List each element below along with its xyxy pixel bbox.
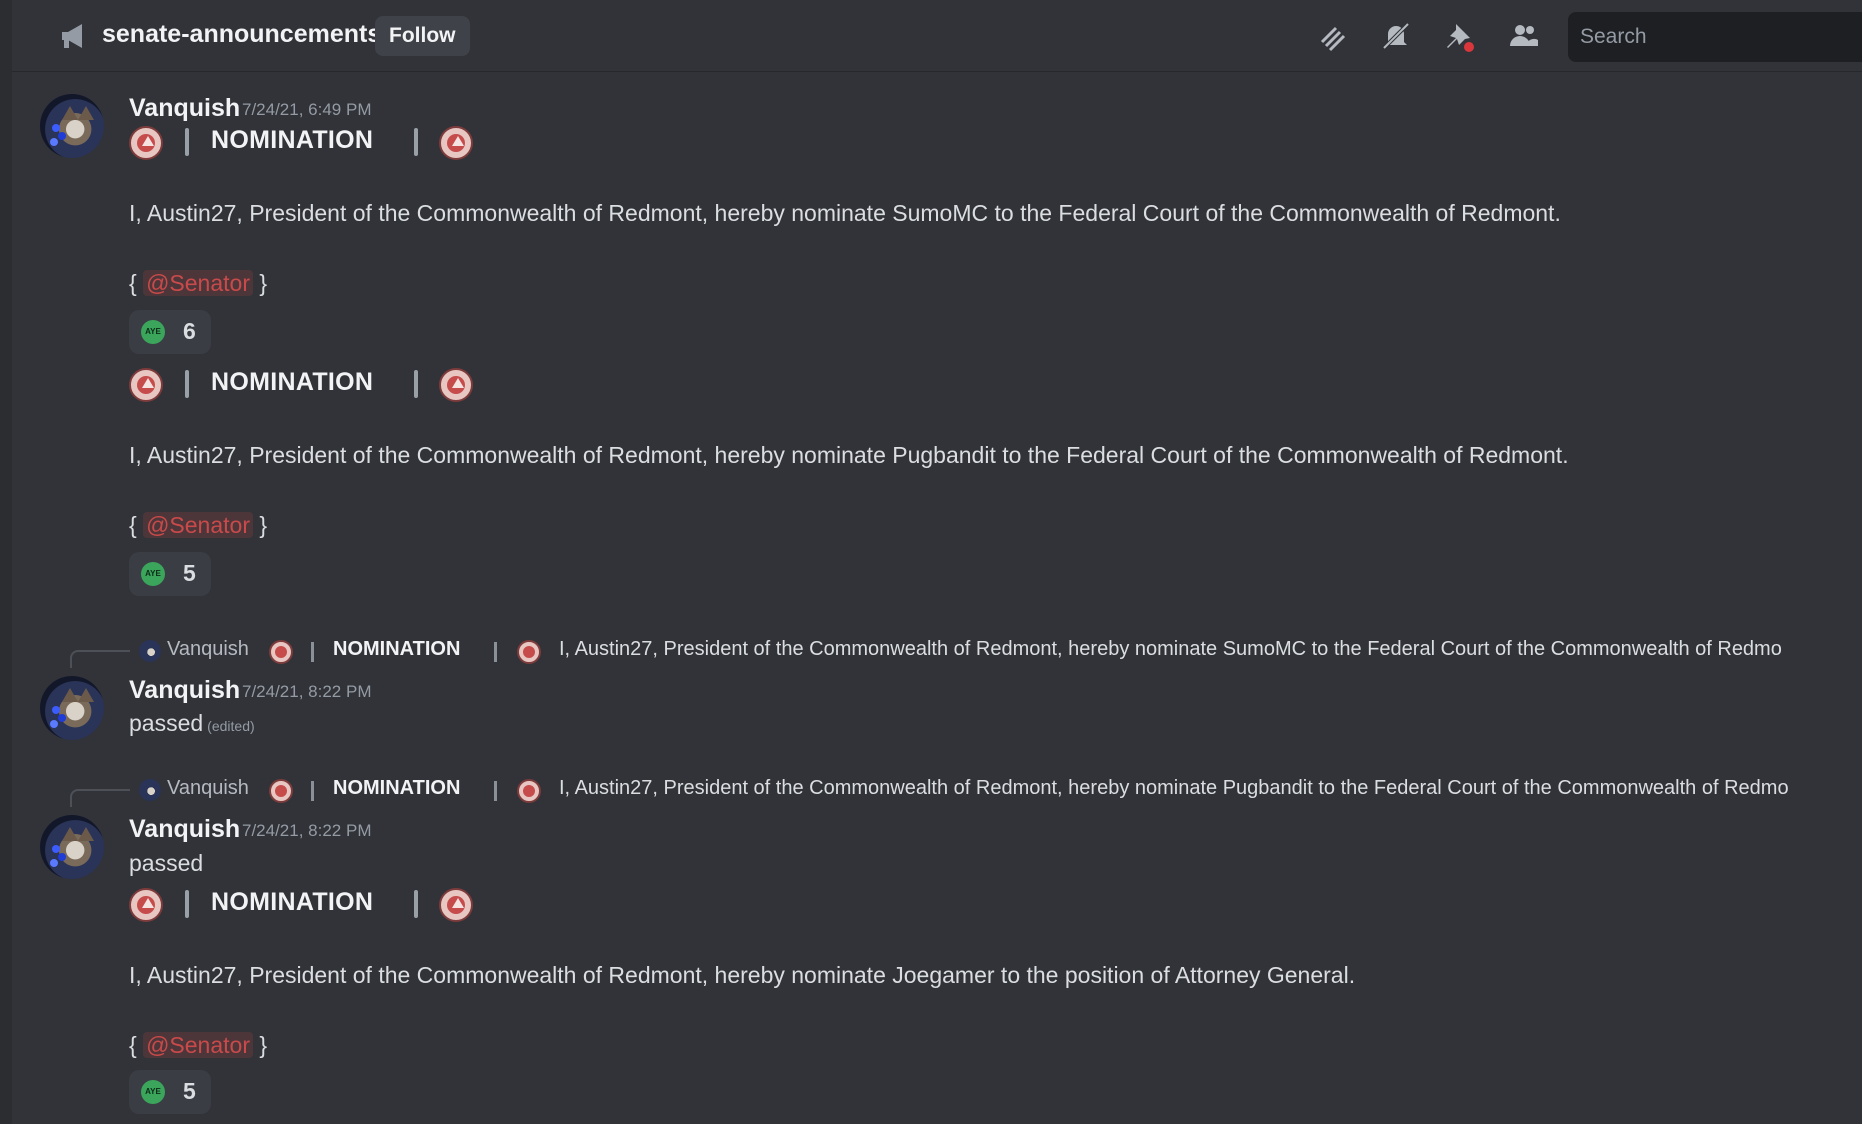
nomination-title: NOMINATION [211,368,374,396]
message-username[interactable]: Vanquish [129,94,240,123]
aye-emoji-icon: AYE [141,320,165,344]
channel-name: senate-announcements [102,20,382,48]
reply-preview[interactable]: Vanquish NOMINATION I, Austin27, Preside… [129,638,1862,668]
search-input[interactable]: Search [1568,12,1862,62]
nomination-header: NOMINATION [129,126,489,166]
nomination-body: I, Austin27, President of the Commonweal… [129,442,1569,468]
divider [414,128,418,156]
reply-preview[interactable]: Vanquish NOMINATION I, Austin27, Preside… [129,777,1862,807]
mention-line: { @Senator } [129,1032,268,1058]
reply-title: NOMINATION [333,638,461,660]
reaction-count: 5 [183,1078,196,1104]
seal-icon [129,888,163,922]
reply-connector [70,789,130,807]
message-timestamp: 7/24/21, 8:22 PM [242,821,372,840]
nomination-body: I, Austin27, President of the Commonweal… [129,200,1561,226]
avatar[interactable] [40,676,104,740]
aye-reaction[interactable]: AYE 5 [129,1070,211,1114]
reply-title: NOMINATION [333,777,461,799]
senator-mention[interactable]: @Senator [143,270,253,296]
nomination-title: NOMINATION [211,126,374,154]
message-list: Vanquish 7/24/21, 6:49 PM NOMINATION I, … [12,72,1862,1124]
divider [414,370,418,398]
aye-emoji-icon: AYE [141,562,165,586]
divider [494,781,497,801]
divider [185,890,189,918]
seal-icon [129,126,163,160]
reaction-count: 6 [183,318,196,344]
avatar[interactable] [40,815,104,879]
message-username[interactable]: Vanquish [129,815,240,844]
seal-icon [269,640,293,664]
nomination-title: NOMINATION [211,888,374,916]
seal-icon [517,640,541,664]
message-username[interactable]: Vanquish [129,676,240,705]
senator-mention[interactable]: @Senator [143,512,253,538]
reply-username: Vanquish [167,638,249,660]
divider [494,642,497,662]
senator-mention[interactable]: @Senator [143,1032,253,1058]
message-timestamp: 7/24/21, 6:49 PM [242,100,372,119]
message-body: passed (edited) [129,710,255,736]
follow-button[interactable]: Follow [375,16,470,56]
mention-line: { @Senator } [129,270,268,296]
message-body: passed [129,850,204,876]
aye-emoji-icon: AYE [141,1080,165,1104]
nomination-body: I, Austin27, President of the Commonweal… [129,962,1356,988]
avatar[interactable] [40,94,104,158]
divider [185,370,189,398]
seal-icon [439,368,473,402]
seal-icon [517,779,541,803]
reply-username: Vanquish [167,777,249,799]
divider [311,642,314,662]
pin-icon[interactable] [1442,18,1478,54]
reply-snippet: I, Austin27, President of the Commonweal… [559,777,1789,799]
members-icon[interactable] [1506,18,1542,54]
reaction-count: 5 [183,560,196,586]
threads-icon[interactable] [1314,18,1350,54]
mention-line: { @Senator } [129,512,268,538]
announcement-channel-icon [62,24,82,48]
reply-avatar [139,779,161,801]
nomination-header: NOMINATION [129,368,489,408]
divider [185,128,189,156]
mute-bell-icon[interactable] [1378,18,1414,54]
server-sidebar-edge [0,0,12,1124]
seal-icon [439,126,473,160]
divider [311,781,314,801]
reply-connector [70,650,130,668]
reply-avatar [139,640,161,662]
nomination-header: NOMINATION [129,888,489,928]
edited-label: (edited) [207,718,255,734]
message-timestamp: 7/24/21, 8:22 PM [242,682,372,701]
seal-icon [129,368,163,402]
seal-icon [269,779,293,803]
reply-snippet: I, Austin27, President of the Commonweal… [559,638,1782,660]
aye-reaction[interactable]: AYE 6 [129,310,211,354]
aye-reaction[interactable]: AYE 5 [129,552,211,596]
seal-icon [439,888,473,922]
divider [414,890,418,918]
channel-header: senate-announcements Follow Search [12,0,1862,72]
